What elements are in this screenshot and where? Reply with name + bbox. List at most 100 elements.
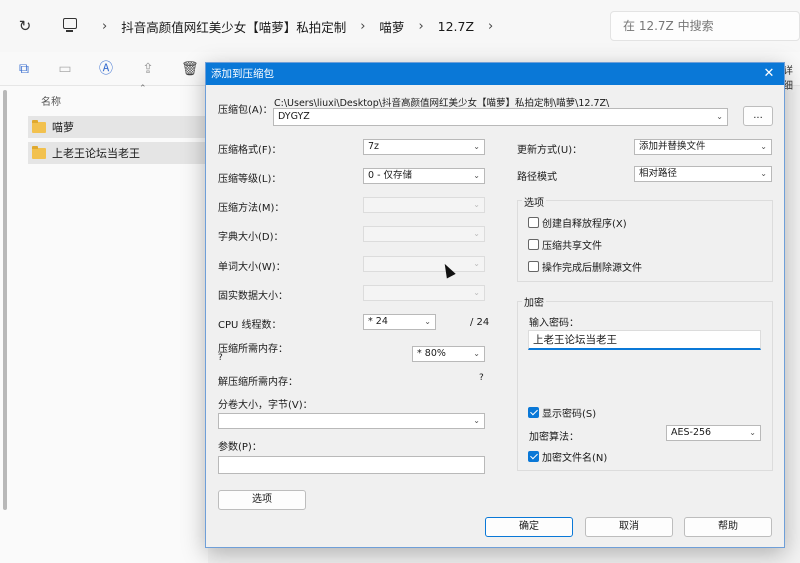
chevron-down-icon: ⌄ [473,259,480,268]
chevron-down-icon: ⌄ [473,200,480,209]
archive-label: 压缩包(A)： [218,105,273,116]
help-button[interactable]: 帮助 [684,517,772,537]
checkbox-icon [528,217,539,228]
format-label: 压缩格式(F)： [218,145,282,156]
chevron-down-icon: ⌄ [749,428,756,437]
format-select[interactable]: 7z ⌄ [363,139,485,155]
breadcrumb-item-2[interactable]: 12.7Z [438,19,474,34]
cancel-button[interactable]: 取消 [585,517,673,537]
dialog-title: 添加到压缩包 ✕ [206,63,784,85]
enc-method-value: AES-256 [671,427,712,438]
list-item[interactable]: 喵萝 [28,116,208,138]
chevron-down-icon: ⌄ [473,142,480,151]
mem-compress-label: 压缩所需内存： [218,344,288,355]
method-label: 压缩方法(M)： [218,203,285,214]
enc-method-label: 加密算法： [529,432,579,443]
mem-compress-value: ? [218,353,223,363]
search-input[interactable]: 在 12.7Z 中搜索 [610,11,800,41]
archive-name-combo[interactable]: DYGYZ ⌄ [273,108,728,126]
checkbox-checked-icon [528,407,539,418]
show-password-label: 显示密码(S) [542,409,597,420]
folder-icon [32,145,46,159]
delete-after-label: 操作完成后删除源文件 [542,263,642,274]
password-label: 输入密码： [529,318,579,329]
ok-button[interactable]: 确定 [485,517,573,537]
checkbox-checked-icon [528,451,539,462]
format-value: 7z [368,141,380,152]
encrypt-names-label: 加密文件名(N) [542,453,608,464]
split-select[interactable]: ⌄ [218,413,485,429]
path-select[interactable]: 相对路径 ⌄ [634,166,772,182]
checkbox-icon [528,261,539,272]
show-password-checkbox[interactable]: 显示密码(S) [528,405,596,420]
sfx-label: 创建自释放程序(X) [542,219,627,230]
level-select[interactable]: 0 - 仅存储 ⌄ [363,168,485,184]
solid-select[interactable]: ⌄ [363,285,485,301]
archive-name-value: DYGYZ [278,111,310,122]
dict-select[interactable]: ⌄ [363,226,485,242]
encrypt-names-checkbox[interactable]: 加密文件名(N) [528,449,607,464]
address-bar: ↻ › 抖音高颜值网红美少女【喵萝】私拍定制 › 喵萝 › 12.7Z › 在 … [0,0,800,52]
chevron-up-icon: ⌃ [139,84,147,94]
copy-icon[interactable]: ⧉ [16,61,32,77]
update-label: 更新方式(U)： [517,145,583,156]
delete-icon[interactable]: 🗑 [181,61,199,77]
scrollbar[interactable] [3,90,7,510]
add-to-archive-dialog: 添加到压缩包 ✕ 压缩包(A)： C:\Users\liuxi\Desktop\… [205,62,785,548]
mem-decompress-value: ? [479,373,484,383]
chevron-down-icon: ⌄ [473,229,480,238]
update-value: 添加并替换文件 [639,141,706,152]
encryption-group-title: 加密 [522,294,546,309]
path-label: 路径模式 [517,172,557,183]
close-icon[interactable]: ✕ [762,63,776,85]
archive-path: C:\Users\liuxi\Desktop\抖音高颜值网红美少女【喵萝】私拍定… [274,98,610,109]
solid-label: 固实数据大小： [218,291,288,302]
update-select[interactable]: 添加并替换文件 ⌄ [634,139,772,155]
chevron-right-icon: › [102,18,108,34]
paste-icon[interactable]: ▭ [57,61,73,77]
delete-after-checkbox[interactable]: 操作完成后删除源文件 [528,259,642,274]
list-item[interactable]: 上老王论坛当老王 [28,142,208,164]
chevron-down-icon: ⌄ [473,288,480,297]
chevron-right-icon: › [418,18,424,34]
password-input[interactable]: 上老王论坛当老王 [528,330,761,350]
chevron-down-icon: ⌄ [716,112,723,121]
word-select[interactable]: ⌄ [363,256,485,272]
column-header-name[interactable]: 名称 [41,93,61,108]
threads-max: / 24 [470,317,490,328]
threads-value: * 24 [368,316,388,327]
params-label: 参数(P)： [218,442,262,453]
method-select[interactable]: ⌄ [363,197,485,213]
browse-button[interactable]: ... [743,106,773,126]
rename-icon[interactable]: Ⓐ [98,61,114,77]
options-button[interactable]: 选项 [218,490,306,510]
mem-percent-value: * 80% [417,348,446,359]
chevron-right-icon: › [360,18,366,34]
mem-percent-select[interactable]: * 80% ⌄ [412,346,485,362]
checkbox-icon [528,239,539,250]
shared-checkbox[interactable]: 压缩共享文件 [528,237,602,252]
sfx-checkbox[interactable]: 创建自释放程序(X) [528,215,627,230]
share-icon[interactable]: ⇪ [140,61,156,77]
chevron-down-icon: ⌄ [473,349,480,358]
params-input[interactable] [218,456,485,474]
level-label: 压缩等级(L)： [218,174,282,185]
folder-icon [32,119,46,133]
level-value: 0 - 仅存储 [368,170,413,181]
dict-label: 字典大小(D)： [218,232,284,243]
chevron-down-icon: ⌄ [424,317,431,326]
file-name: 上老王论坛当老王 [52,147,140,160]
breadcrumb: › 抖音高颜值网红美少女【喵萝】私拍定制 › 喵萝 › 12.7Z › [88,0,507,52]
refresh-icon[interactable]: ↻ [16,17,34,35]
computer-icon[interactable] [63,18,77,32]
mem-decompress-label: 解压缩所需内存： [218,377,298,388]
details-label[interactable]: 详细 [783,62,800,92]
options-group-title: 选项 [522,194,546,209]
threads-select[interactable]: * 24 ⌄ [363,314,436,330]
word-label: 单词大小(W)： [218,262,286,273]
path-value: 相对路径 [639,168,678,179]
breadcrumb-item-0[interactable]: 抖音高颜值网红美少女【喵萝】私拍定制 [121,17,346,36]
breadcrumb-item-1[interactable]: 喵萝 [379,17,404,36]
file-name: 喵萝 [52,121,74,134]
enc-method-select[interactable]: AES-256 ⌄ [666,425,761,441]
